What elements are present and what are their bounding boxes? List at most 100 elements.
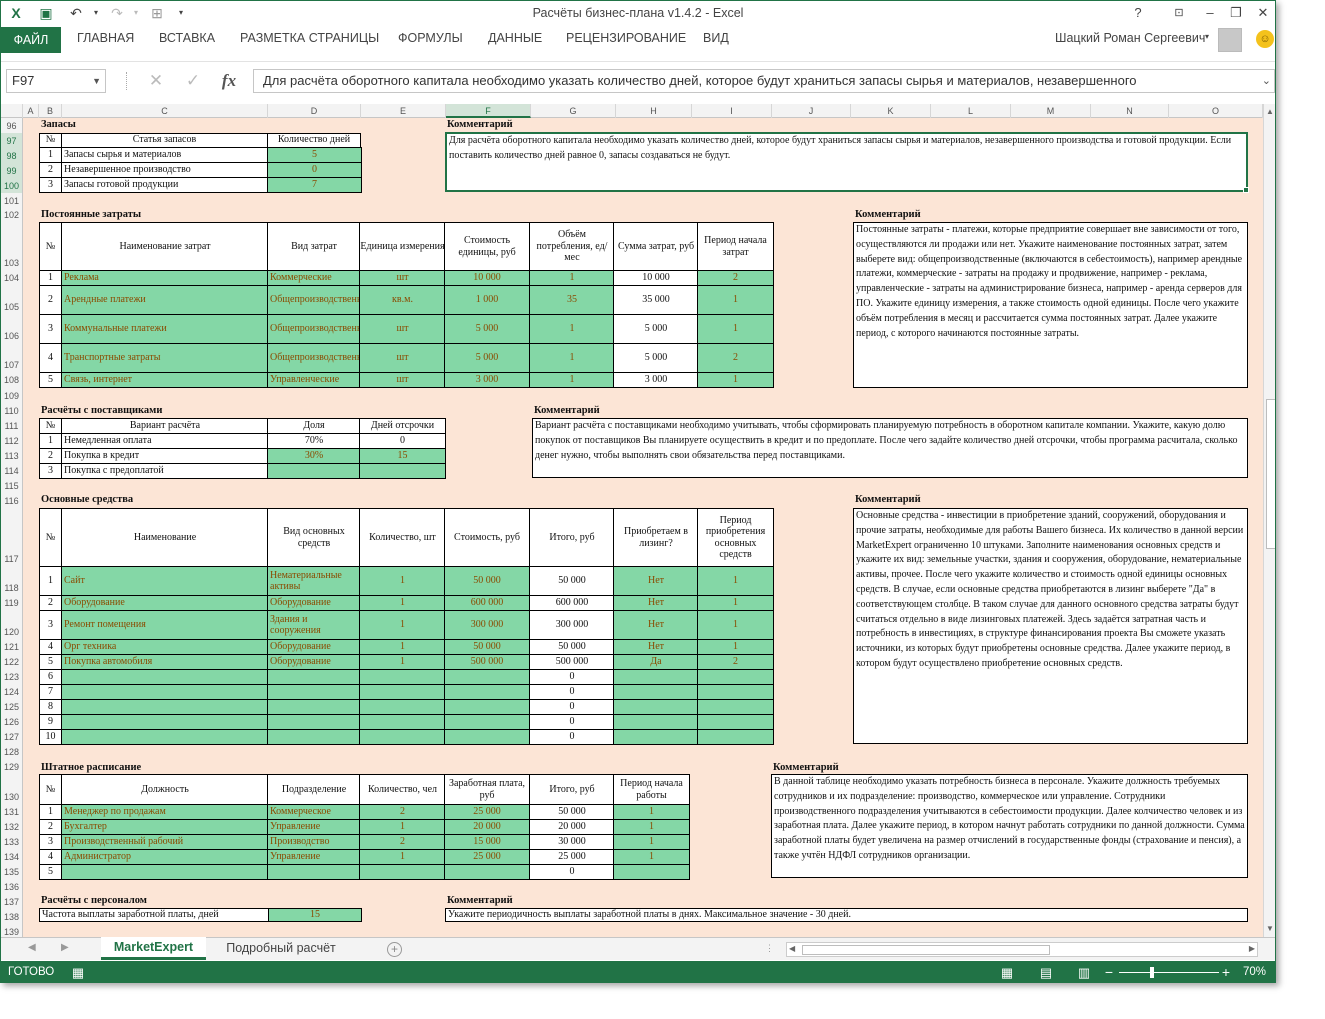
horizontal-scroll-thumb[interactable] <box>802 945 1050 955</box>
staff-salary-cell[interactable]: 25 000 <box>444 849 530 865</box>
asset-name-cell[interactable] <box>61 684 269 700</box>
scroll-up-icon[interactable]: ▲ <box>1266 107 1274 116</box>
staff-department-cell[interactable]: Управление <box>267 849 361 865</box>
row-header[interactable]: 126 <box>1 714 22 729</box>
staff-position-cell[interactable] <box>61 864 269 880</box>
enter-icon[interactable]: ✓ <box>179 69 207 93</box>
fixed-name-cell[interactable]: Арендные платежи <box>61 285 269 315</box>
asset-cost-cell[interactable]: 600 000 <box>444 595 530 611</box>
worksheet-grid[interactable]: Запасы № Статья запасов Количество дней … <box>23 118 1263 937</box>
zoom-in-icon[interactable]: + <box>1216 964 1236 981</box>
vertical-scrollbar[interactable]: ▲ ▼ <box>1263 104 1275 937</box>
asset-cost-cell[interactable]: 300 000 <box>444 610 530 640</box>
staff-position-cell[interactable]: Производственный рабочий <box>61 834 269 850</box>
tab-view[interactable]: ВИД <box>703 31 729 45</box>
zoom-out-icon[interactable]: − <box>1099 964 1119 981</box>
asset-type-cell[interactable] <box>267 714 361 730</box>
column-header[interactable]: F <box>446 104 531 118</box>
expand-formula-icon[interactable]: ⌄ <box>1262 70 1271 92</box>
personnel-comment-box[interactable]: Укажите периодичность выплаты заработной… <box>445 908 1248 922</box>
column-header[interactable]: D <box>268 104 361 118</box>
asset-lease-cell[interactable] <box>613 684 699 700</box>
staff-department-cell[interactable]: Управление <box>267 819 361 835</box>
feedback-smiley-icon[interactable]: ☺ <box>1256 30 1274 48</box>
row-header[interactable]: 124 <box>1 684 22 699</box>
asset-qty-cell[interactable] <box>359 729 446 745</box>
fixed-costs-comment-box[interactable]: Постоянные затраты - платежи, которые пр… <box>853 222 1248 388</box>
next-sheet-icon[interactable]: ▶ <box>61 942 69 953</box>
scroll-right-icon[interactable]: ▶ <box>1249 944 1255 953</box>
column-header[interactable]: E <box>361 104 446 118</box>
asset-lease-cell[interactable]: Нет <box>613 639 699 655</box>
fixed-cost-cell[interactable]: 1 000 <box>444 285 530 315</box>
row-header[interactable]: 125 <box>1 699 22 714</box>
staff-salary-cell[interactable]: 20 000 <box>444 819 530 835</box>
staff-salary-cell[interactable] <box>444 864 530 880</box>
column-header[interactable]: I <box>692 104 772 118</box>
name-box[interactable]: F97 ▼ <box>6 69 106 93</box>
row-header[interactable]: 138 <box>1 909 22 924</box>
row-header[interactable]: 119 <box>1 595 22 610</box>
asset-qty-cell[interactable] <box>359 714 446 730</box>
row-header[interactable]: 130 <box>1 774 22 804</box>
asset-lease-cell[interactable]: Нет <box>613 566 699 596</box>
column-header[interactable]: G <box>531 104 616 118</box>
fixed-unit-cell[interactable]: шт <box>359 314 446 344</box>
column-header[interactable]: H <box>616 104 692 118</box>
staff-qty-cell[interactable]: 2 <box>359 834 446 850</box>
fixed-cost-cell[interactable]: 10 000 <box>444 270 530 286</box>
asset-cost-cell[interactable] <box>444 669 530 685</box>
staff-start-cell[interactable] <box>613 864 690 880</box>
supplier-share-cell[interactable]: 30% <box>267 448 361 464</box>
page-break-view-icon[interactable]: ▥ <box>1074 964 1094 981</box>
supplier-share-cell[interactable] <box>267 463 361 479</box>
asset-lease-cell[interactable]: Нет <box>613 610 699 640</box>
asset-period-cell[interactable] <box>697 669 774 685</box>
inventory-row-days[interactable]: 5 <box>267 147 362 163</box>
asset-name-cell[interactable] <box>61 669 269 685</box>
staff-position-cell[interactable]: Менеджер по продажам <box>61 804 269 820</box>
zoom-slider-knob[interactable] <box>1150 967 1154 978</box>
fixed-unit-cell[interactable]: шт <box>359 343 446 373</box>
asset-lease-cell[interactable] <box>613 714 699 730</box>
staff-qty-cell[interactable]: 2 <box>359 804 446 820</box>
staff-qty-cell[interactable] <box>359 864 446 880</box>
row-header[interactable]: 97 <box>1 133 22 148</box>
fixed-unit-cell[interactable]: шт <box>359 270 446 286</box>
row-header[interactable]: 134 <box>1 849 22 864</box>
fixed-start-cell[interactable]: 1 <box>697 314 774 344</box>
staff-start-cell[interactable]: 1 <box>613 849 690 865</box>
asset-cost-cell[interactable] <box>444 699 530 715</box>
column-header[interactable]: J <box>772 104 851 118</box>
select-all-corner[interactable] <box>1 104 23 118</box>
staff-department-cell[interactable]: Производство <box>267 834 361 850</box>
fixed-type-cell[interactable]: Коммерческие <box>267 270 361 286</box>
row-header[interactable]: 103 <box>1 222 22 270</box>
fixed-type-cell[interactable]: Управленческие <box>267 372 361 388</box>
asset-qty-cell[interactable]: 1 <box>359 654 446 670</box>
page-layout-view-icon[interactable]: ▤ <box>1036 964 1056 981</box>
row-header[interactable]: 111 <box>1 418 22 433</box>
asset-name-cell[interactable]: Покупка автомобиля <box>61 654 269 670</box>
fixed-start-cell[interactable]: 2 <box>697 343 774 373</box>
column-header[interactable]: O <box>1169 104 1263 118</box>
row-header[interactable]: 122 <box>1 654 22 669</box>
asset-type-cell[interactable]: Нематериальные активы <box>267 566 361 596</box>
restore-button[interactable]: ❐ <box>1224 3 1248 23</box>
column-header[interactable]: M <box>1011 104 1091 118</box>
insert-function-icon[interactable]: fx <box>215 69 243 93</box>
normal-view-icon[interactable]: ▦ <box>997 964 1017 981</box>
asset-period-cell[interactable]: 1 <box>697 566 774 596</box>
tab-insert[interactable]: ВСТАВКА <box>159 31 215 45</box>
fixed-name-cell[interactable]: Связь, интернет <box>61 372 269 388</box>
avatar[interactable] <box>1218 28 1242 52</box>
macro-record-icon[interactable]: ▦ <box>68 964 88 981</box>
row-header[interactable]: 110 <box>1 403 22 418</box>
staff-position-cell[interactable]: Бухгалтер <box>61 819 269 835</box>
row-header[interactable]: 129 <box>1 759 22 774</box>
fixed-start-cell[interactable]: 1 <box>697 372 774 388</box>
asset-period-cell[interactable] <box>697 714 774 730</box>
column-header[interactable]: A <box>23 104 39 118</box>
row-header[interactable]: 108 <box>1 372 22 387</box>
row-header[interactable]: 132 <box>1 819 22 834</box>
